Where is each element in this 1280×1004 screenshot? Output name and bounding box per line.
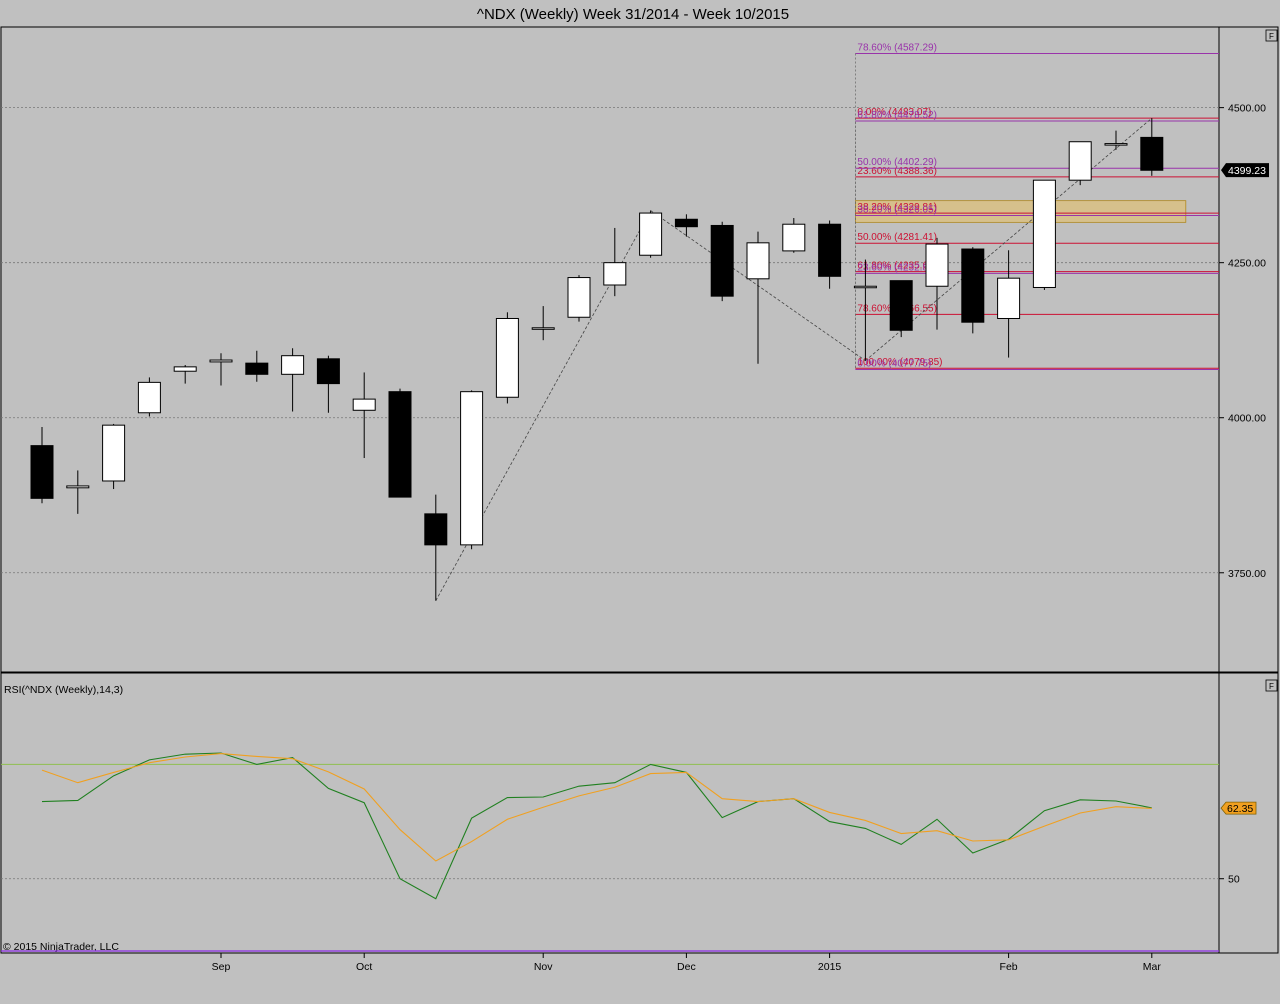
- fib-level-label: 38.20% (4326.05): [857, 205, 937, 216]
- candle: [1068, 141, 1092, 186]
- price-tick-label: 4250.00: [1228, 258, 1266, 270]
- candle-body: [209, 359, 233, 363]
- x-tick-label: Dec: [677, 961, 696, 973]
- candle-body: [424, 513, 448, 546]
- candle-body: [495, 317, 519, 398]
- candle-body: [603, 262, 627, 286]
- candle: [137, 377, 161, 417]
- x-tick-label: Oct: [356, 961, 372, 973]
- candle-body: [746, 242, 770, 280]
- candle-body: [567, 277, 591, 318]
- candle-body: [173, 366, 197, 372]
- candle-body: [66, 485, 90, 489]
- candle-body: [352, 398, 376, 411]
- candle: [889, 280, 913, 338]
- candle: [961, 247, 985, 334]
- price-tick-label: 4500.00: [1228, 103, 1266, 115]
- candle: [102, 423, 126, 490]
- candle-body: [674, 218, 698, 228]
- candle-body: [102, 424, 126, 482]
- candle-body: [782, 223, 806, 252]
- candle-body: [639, 212, 663, 256]
- candle-body: [388, 391, 412, 498]
- candle-body: [30, 445, 54, 499]
- fib-level-label: 61.80% (4478.52): [857, 110, 937, 121]
- candle: [567, 275, 591, 322]
- candle-body: [316, 358, 340, 385]
- candle-body: [925, 243, 949, 287]
- rsi-panel-button[interactable]: F: [1265, 679, 1278, 692]
- price-tick-label: 3750.00: [1228, 568, 1266, 580]
- price-panel-button[interactable]: F: [1265, 29, 1278, 42]
- rsi-title: RSI(^NDX (Weekly),14,3): [4, 684, 123, 696]
- candle: [1032, 179, 1056, 290]
- fib-level-label: 0.00% (4077.75): [857, 359, 931, 370]
- candle: [495, 312, 519, 404]
- x-tick-label: Feb: [1000, 961, 1018, 973]
- candle-body: [1104, 143, 1128, 146]
- candle-body: [137, 381, 161, 414]
- candle-body: [961, 248, 985, 323]
- candle-body: [460, 391, 484, 546]
- candle-body: [710, 224, 734, 297]
- candle-body: [818, 223, 842, 277]
- x-tick-label: 2015: [818, 961, 842, 973]
- fib-level-label: 50.00% (4402.29): [857, 157, 937, 168]
- chart-root: ^NDX (Weekly) Week 31/2014 - Week 10/201…: [0, 0, 1280, 999]
- x-tick-label: Sep: [212, 961, 231, 973]
- candle: [460, 390, 484, 550]
- rsi-last-label: 62.35: [1227, 803, 1253, 815]
- candle-body: [245, 362, 269, 375]
- candle: [710, 221, 734, 302]
- candle: [639, 210, 663, 258]
- candle-body: [281, 355, 305, 375]
- candle-body: [1032, 179, 1056, 288]
- candle-body: [889, 280, 913, 331]
- candle-body: [997, 277, 1021, 319]
- candle-body: [531, 327, 555, 330]
- x-tick-label: Mar: [1143, 961, 1162, 973]
- price-panel-button-label[interactable]: F: [1269, 32, 1274, 41]
- chart-canvas: ^NDX (Weekly) Week 31/2014 - Week 10/201…: [0, 0, 1280, 999]
- x-tick-label: Nov: [534, 961, 553, 973]
- last-price-label: 4399.23: [1228, 165, 1266, 177]
- candle-body: [853, 285, 877, 289]
- fib-level-label: 78.60% (4587.29): [857, 42, 937, 53]
- last-price-marker: 4399.23: [1221, 163, 1269, 178]
- fib-level-label: 50.00% (4281.41): [857, 232, 937, 243]
- price-tick-label: 4000.00: [1228, 413, 1266, 425]
- rsi-panel-button-label[interactable]: F: [1269, 682, 1274, 691]
- candle-body: [1068, 141, 1092, 181]
- candle: [388, 388, 412, 498]
- rsi-tick-label: 50: [1228, 874, 1240, 886]
- chart-title: ^NDX (Weekly) Week 31/2014 - Week 10/201…: [477, 6, 789, 23]
- candle-body: [1140, 136, 1164, 171]
- fib-level-label: 23.60% (4232.81): [857, 262, 937, 273]
